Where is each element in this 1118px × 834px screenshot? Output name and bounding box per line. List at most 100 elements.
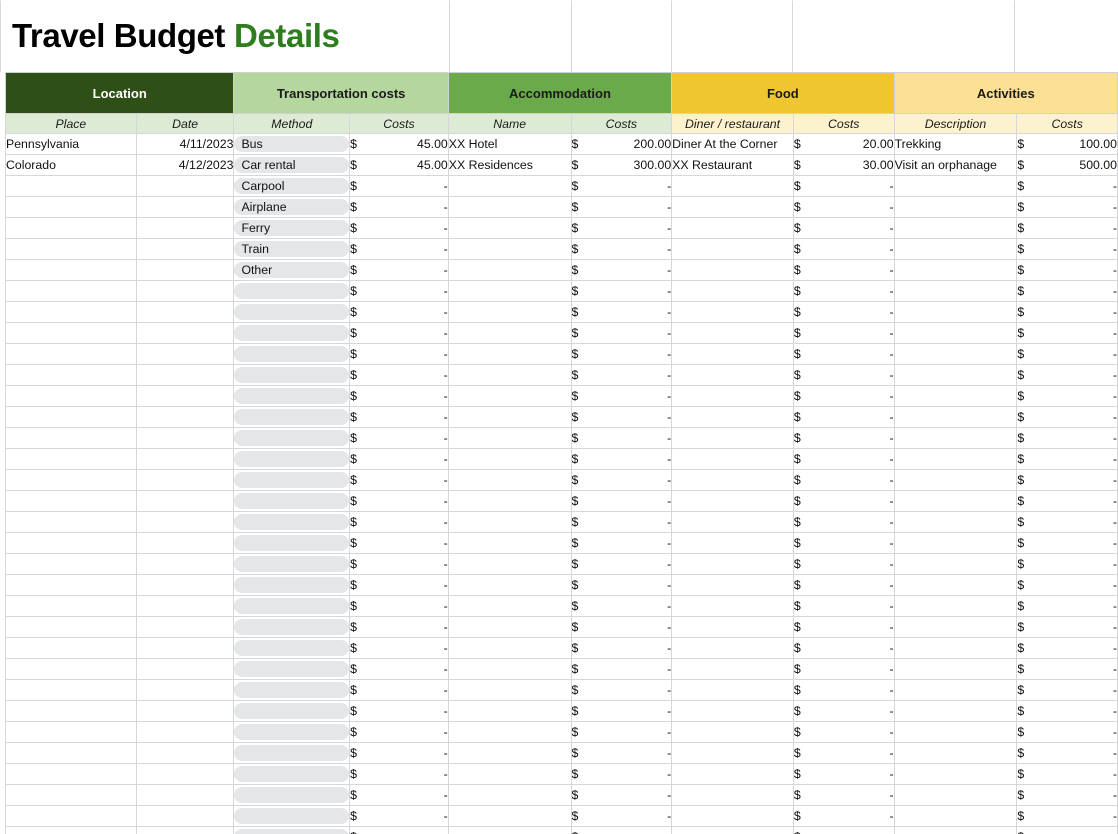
cell-diner[interactable] <box>672 281 794 302</box>
cell-accommodation-cost[interactable]: $- <box>571 575 672 596</box>
cell-food-cost[interactable]: $- <box>793 407 894 428</box>
cell-activity-cost[interactable]: $- <box>1017 512 1118 533</box>
cell-food-cost[interactable]: $- <box>793 785 894 806</box>
cell-transport-cost[interactable]: $- <box>350 344 449 365</box>
cell-accommodation-name[interactable] <box>448 302 571 323</box>
cell-accommodation-cost[interactable]: $- <box>571 470 672 491</box>
cell-activity-cost[interactable]: $- <box>1017 722 1118 743</box>
cell-place[interactable] <box>6 491 137 512</box>
cell-activity-cost[interactable]: $- <box>1017 806 1118 827</box>
cell-food-cost[interactable]: $- <box>793 533 894 554</box>
cell-place[interactable] <box>6 680 137 701</box>
cell-accommodation-name[interactable]: XX Residences <box>448 155 571 176</box>
cell-date[interactable] <box>136 386 234 407</box>
cell-date[interactable] <box>136 596 234 617</box>
cell-date[interactable] <box>136 218 234 239</box>
cell-transport-cost[interactable]: $- <box>350 785 449 806</box>
cell-diner[interactable] <box>672 386 794 407</box>
cell-activity-description[interactable] <box>894 680 1017 701</box>
cell-activity-cost[interactable]: $- <box>1017 197 1118 218</box>
cell-accommodation-name[interactable] <box>448 785 571 806</box>
cell-activity-cost[interactable]: $- <box>1017 407 1118 428</box>
method-pill[interactable] <box>234 724 349 740</box>
cell-date[interactable] <box>136 617 234 638</box>
method-pill[interactable]: Airplane <box>234 199 349 215</box>
cell-transport-cost[interactable]: $- <box>350 386 449 407</box>
cell-accommodation-cost[interactable]: $- <box>571 239 672 260</box>
cell-activity-cost[interactable]: $- <box>1017 323 1118 344</box>
cell-activity-description[interactable] <box>894 554 1017 575</box>
cell-method[interactable] <box>234 344 350 365</box>
cell-place[interactable] <box>6 575 137 596</box>
cell-activity-cost[interactable]: $- <box>1017 218 1118 239</box>
cell-diner[interactable] <box>672 470 794 491</box>
cell-accommodation-name[interactable] <box>448 197 571 218</box>
cell-activity-description[interactable] <box>894 176 1017 197</box>
cell-accommodation-name[interactable] <box>448 386 571 407</box>
cell-accommodation-cost[interactable]: $- <box>571 617 672 638</box>
cell-date[interactable] <box>136 806 234 827</box>
cell-food-cost[interactable]: $- <box>793 743 894 764</box>
cell-activity-cost[interactable]: $- <box>1017 260 1118 281</box>
cell-place[interactable]: Colorado <box>6 155 137 176</box>
cell-diner[interactable] <box>672 197 794 218</box>
cell-diner[interactable] <box>672 596 794 617</box>
cell-activity-description[interactable] <box>894 344 1017 365</box>
title-cell-c[interactable] <box>572 0 672 72</box>
method-pill[interactable] <box>234 493 349 509</box>
cell-method[interactable] <box>234 617 350 638</box>
cell-activity-description[interactable] <box>894 449 1017 470</box>
cell-accommodation-cost[interactable]: $- <box>571 365 672 386</box>
cell-food-cost[interactable]: $- <box>793 827 894 834</box>
cell-diner[interactable] <box>672 239 794 260</box>
cell-date[interactable] <box>136 260 234 281</box>
cell-method[interactable] <box>234 701 350 722</box>
cell-method[interactable] <box>234 365 350 386</box>
cell-food-cost[interactable]: $30.00 <box>793 155 894 176</box>
cell-food-cost[interactable]: $- <box>793 512 894 533</box>
cell-food-cost[interactable]: $- <box>793 260 894 281</box>
cell-activity-description[interactable] <box>894 638 1017 659</box>
cell-activity-description[interactable] <box>894 428 1017 449</box>
cell-activity-description[interactable] <box>894 218 1017 239</box>
cell-date[interactable] <box>136 638 234 659</box>
method-pill[interactable] <box>234 304 349 320</box>
cell-food-cost[interactable]: $- <box>793 239 894 260</box>
cell-method[interactable] <box>234 638 350 659</box>
cell-transport-cost[interactable]: $45.00 <box>350 134 449 155</box>
cell-accommodation-name[interactable] <box>448 533 571 554</box>
cell-accommodation-cost[interactable]: $- <box>571 176 672 197</box>
cell-accommodation-cost[interactable]: $- <box>571 638 672 659</box>
cell-place[interactable] <box>6 806 137 827</box>
column-header-accommodation-costs[interactable]: Costs <box>571 114 672 134</box>
cell-activity-cost[interactable]: $- <box>1017 638 1118 659</box>
cell-accommodation-name[interactable] <box>448 470 571 491</box>
cell-place[interactable] <box>6 554 137 575</box>
cell-place[interactable] <box>6 260 137 281</box>
cell-place[interactable] <box>6 386 137 407</box>
cell-activity-cost[interactable]: $- <box>1017 659 1118 680</box>
cell-activity-cost[interactable]: $- <box>1017 533 1118 554</box>
method-pill[interactable] <box>234 745 349 761</box>
column-header-activity-costs[interactable]: Costs <box>1017 114 1118 134</box>
cell-accommodation-cost[interactable]: $- <box>571 743 672 764</box>
cell-date[interactable] <box>136 176 234 197</box>
cell-date[interactable] <box>136 197 234 218</box>
cell-diner[interactable] <box>672 617 794 638</box>
cell-method[interactable] <box>234 806 350 827</box>
cell-activity-description[interactable] <box>894 407 1017 428</box>
cell-diner[interactable] <box>672 365 794 386</box>
title-cell-e[interactable] <box>793 0 1015 72</box>
cell-method[interactable]: Car rental <box>234 155 350 176</box>
cell-activity-cost[interactable]: $- <box>1017 575 1118 596</box>
column-header-transport-costs[interactable]: Costs <box>350 114 449 134</box>
cell-transport-cost[interactable]: $- <box>350 260 449 281</box>
cell-transport-cost[interactable]: $- <box>350 722 449 743</box>
cell-food-cost[interactable]: $- <box>793 554 894 575</box>
cell-transport-cost[interactable]: $- <box>350 302 449 323</box>
cell-accommodation-cost[interactable]: $- <box>571 491 672 512</box>
cell-accommodation-name[interactable] <box>448 701 571 722</box>
cell-accommodation-cost[interactable]: $300.00 <box>571 155 672 176</box>
cell-transport-cost[interactable]: $- <box>350 743 449 764</box>
cell-diner[interactable] <box>672 659 794 680</box>
